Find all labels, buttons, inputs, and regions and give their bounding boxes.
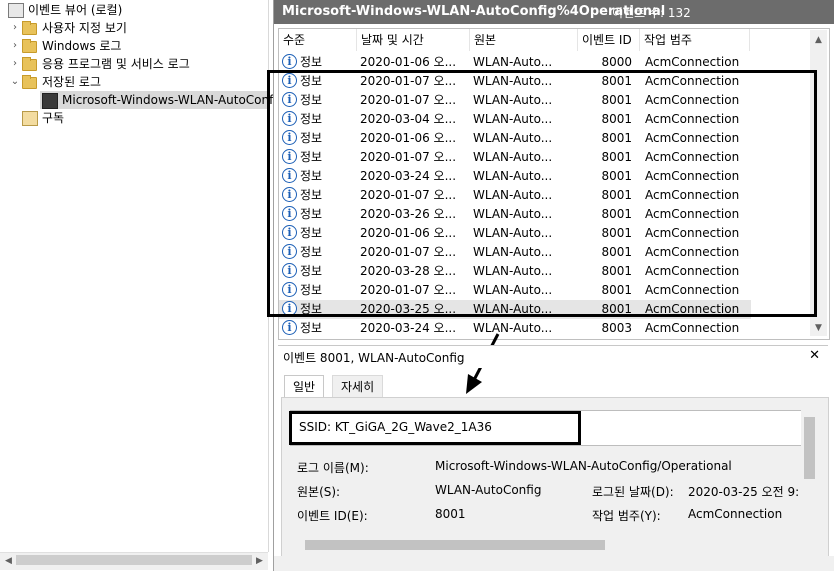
folder-icon: [22, 39, 37, 53]
tree-item-label: 응용 프로그램 및 서비스 로그: [42, 57, 190, 71]
scroll-right-icon[interactable]: ▶: [251, 553, 268, 569]
highlight-box-ssid: [289, 411, 581, 445]
expand-chevron-icon[interactable]: [0, 1, 6, 19]
log-name-label: 로그 이름(M):: [297, 461, 369, 475]
column-level[interactable]: 수준: [279, 29, 357, 51]
tree-item-label: Microsoft-Windows-WLAN-AutoConfig: [62, 93, 285, 107]
column-event-id[interactable]: 이벤트 ID: [578, 29, 640, 51]
cell-id: 8003: [601, 321, 632, 335]
highlight-box-rows: [267, 70, 817, 317]
detail-horizontal-thumb[interactable]: [305, 540, 605, 550]
information-icon: i: [282, 54, 297, 69]
tree-item[interactable]: 이벤트 뷰어 (로컬): [0, 1, 266, 19]
tree-item[interactable]: ⌄ 저장된 로그: [0, 73, 266, 91]
event-id-label: 이벤트 ID(E):: [297, 509, 368, 523]
expand-chevron-icon[interactable]: [10, 109, 20, 127]
tree-item[interactable]: 구독: [0, 109, 266, 127]
expand-chevron-icon[interactable]: ›: [10, 19, 20, 37]
log-header: Microsoft-Windows-WLAN-AutoConfig%4Opera…: [274, 0, 834, 24]
cell-category: AcmConnection: [645, 321, 740, 335]
cell-date: 2020-03-24 오...: [360, 321, 457, 335]
tree-item[interactable]: › Windows 로그: [0, 37, 266, 55]
log-title: Microsoft-Windows-WLAN-AutoConfig%4Opera…: [282, 4, 666, 19]
logged-date-value: 2020-03-25 오전 9:1: [688, 485, 800, 499]
close-icon[interactable]: ✕: [809, 348, 820, 363]
subscriptions-icon: [22, 111, 38, 126]
tab-details[interactable]: 자세히: [332, 375, 384, 399]
task-category-label: 작업 범주(Y):: [592, 509, 661, 523]
cell-level: 정보: [300, 321, 323, 335]
scroll-down-icon[interactable]: ▼: [810, 320, 827, 336]
tree-scroll-thumb[interactable]: [16, 555, 252, 565]
folder-icon: [22, 75, 37, 89]
detail-tabs: 일반 자세히: [278, 370, 828, 399]
tree-item-label: 구독: [42, 111, 65, 125]
folder-icon: [22, 57, 37, 71]
tree-item-label: 사용자 지정 보기: [42, 21, 127, 35]
task-category-value: AcmConnection: [688, 507, 783, 521]
detail-vertical-thumb[interactable]: [804, 417, 815, 479]
column-source[interactable]: 원본: [470, 29, 578, 51]
source-value: WLAN-AutoConfig: [435, 483, 542, 497]
tab-general[interactable]: 일반: [284, 375, 325, 398]
tree-item-label: 이벤트 뷰어 (로컬): [28, 3, 123, 17]
information-icon: i: [282, 320, 297, 335]
source-label: 원본(S):: [297, 485, 341, 499]
event-count: 이벤트 수: 132: [612, 6, 691, 20]
tree-item-label: 저장된 로그: [42, 75, 102, 89]
event-id-value: 8001: [435, 507, 466, 521]
column-task-category[interactable]: 작업 범주: [640, 29, 750, 51]
table-row[interactable]: i 정보 2020-03-24 오... WLAN-Auto... 8003 AcmCon…: [279, 319, 751, 338]
expand-chevron-icon[interactable]: ⌄: [10, 73, 20, 91]
custom-views-folder-icon: [22, 21, 37, 35]
column-date[interactable]: 날짜 및 시간: [357, 29, 470, 51]
expand-chevron-icon[interactable]: ›: [10, 37, 20, 55]
event-detail-header: 이벤트 8001, WLAN-AutoConfig ✕: [278, 345, 828, 368]
tree-item[interactable]: › 사용자 지정 보기: [0, 19, 266, 37]
saved-log-disk-icon: [42, 93, 58, 109]
tree-item[interactable]: Microsoft-Windows-WLAN-AutoConfig: [40, 91, 284, 109]
scroll-left-icon[interactable]: ◀: [0, 553, 17, 569]
tree-item-label: Windows 로그: [42, 39, 122, 53]
scroll-up-icon[interactable]: ▲: [810, 32, 827, 48]
tree-item[interactable]: › 응용 프로그램 및 서비스 로그: [0, 55, 266, 73]
event-viewer-icon: [8, 3, 24, 18]
log-name-value: Microsoft-Windows-WLAN-AutoConfig/Operat…: [435, 459, 732, 473]
expand-chevron-icon[interactable]: ›: [10, 55, 20, 73]
status-strip: [274, 556, 834, 571]
logged-date-label: 로그된 날짜(D):: [592, 485, 674, 499]
event-detail-title: 이벤트 8001, WLAN-AutoConfig: [283, 351, 465, 365]
